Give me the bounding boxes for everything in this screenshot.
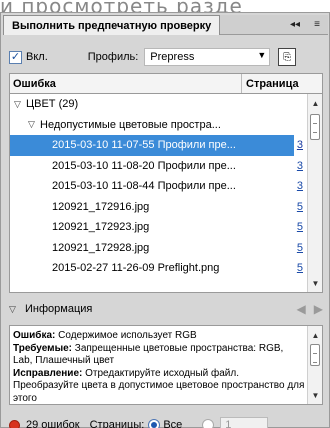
required-label: Требуемые: [13, 342, 72, 354]
table-row[interactable]: 2015-02-27 11-26-09 Preflight.png 5 [10, 258, 308, 279]
preflight-panel: Выполнить предпечатную проверку ◂◂ ≡ ✓ В… [0, 12, 330, 428]
profile-select[interactable]: Prepress ▼ [144, 48, 271, 66]
info-scrollbar[interactable]: ▲ ▼ [307, 326, 322, 404]
expand-triangle-icon[interactable]: ▽ [9, 304, 21, 315]
dropdown-arrow-icon: ▼ [257, 50, 267, 60]
row-label: 2015-02-27 11-26-09 Preflight.png [52, 262, 220, 275]
fix-label: Исправление: [13, 367, 83, 379]
row-label: 120921_172928.jpg [52, 241, 150, 254]
pages-all-radio[interactable] [148, 419, 161, 428]
scroll-up-icon[interactable]: ▲ [308, 96, 322, 110]
next-icon[interactable]: ▶ [314, 302, 323, 316]
table-header: Ошибка Страница [10, 74, 322, 94]
table-row[interactable]: 120921_172916.jpg 5 [10, 197, 308, 218]
table-row[interactable]: 2015-03-10 11-07-55 Профили пре... 3 [10, 135, 308, 156]
table-row[interactable]: ▽ ЦВЕТ (29) [10, 94, 308, 115]
enabled-checkbox[interactable]: ✓ [9, 50, 22, 64]
table-scrollbar[interactable]: ▲ ▼ [307, 94, 322, 292]
page-link[interactable]: 5 [297, 201, 303, 213]
pages-label: Страницы: [89, 419, 145, 428]
table-row[interactable]: 2015-03-10 11-08-44 Профили пре... 3 [10, 176, 308, 197]
info-scroll-down-icon[interactable]: ▼ [308, 388, 322, 402]
page-link[interactable]: 3 [297, 139, 303, 151]
profile-label: Профиль: [87, 51, 139, 63]
info-text: Ошибка: Содержимое использует RGB Требуе… [13, 330, 305, 404]
titlebar-spacer [220, 15, 284, 35]
row-label: 120921_172923.jpg [52, 221, 150, 234]
row-label: 2015-03-10 11-08-20 Профили пре... [52, 159, 236, 172]
row-label: 120921_172916.jpg [52, 200, 150, 213]
error-label: Ошибка: [13, 330, 56, 341]
row-label: Недопустимые цветовые простра... [40, 118, 221, 131]
table-row[interactable]: 120921_172928.jpg 5 [10, 238, 308, 259]
pages-range-radio[interactable] [202, 419, 215, 428]
info-scroll-thumb[interactable] [310, 344, 320, 366]
scroll-down-icon[interactable]: ▼ [308, 276, 322, 290]
profile-value: Prepress [150, 51, 195, 63]
error-text: Содержимое использует RGB [58, 330, 197, 341]
expand-triangle-icon[interactable]: ▽ [14, 99, 26, 110]
enabled-label: Вкл. [26, 51, 48, 63]
row-label: 2015-03-10 11-07-55 Профили пре... [52, 139, 236, 152]
row-label: ЦВЕТ (29) [26, 98, 79, 111]
column-header-page[interactable]: Страница [242, 78, 299, 90]
row-label: 2015-03-10 11-08-44 Профили пре... [52, 180, 236, 193]
scroll-thumb[interactable] [310, 114, 320, 140]
panel-tab[interactable]: Выполнить предпечатную проверку [3, 15, 221, 35]
expand-triangle-icon[interactable]: ▽ [28, 119, 40, 130]
panel-menu-icon[interactable]: ≡ [306, 15, 328, 35]
panel-titlebar: Выполнить предпечатную проверку ◂◂ ≡ [3, 15, 328, 35]
error-status-icon [9, 419, 20, 428]
page-link[interactable]: 5 [297, 242, 303, 254]
table-row[interactable]: 120921_172923.jpg 5 [10, 217, 308, 238]
page-link[interactable]: 5 [297, 221, 303, 233]
info-scroll-up-icon[interactable]: ▲ [308, 328, 322, 342]
error-table: Ошибка Страница ▽ ЦВЕТ (29) ▽ Недопустимые … [9, 73, 323, 293]
options-row: ✓ Вкл. Профиль: Prepress ▼ ⎘ [9, 46, 323, 68]
pages-all-label: Все [163, 419, 183, 428]
info-nav: ◀ ▶ [297, 302, 323, 316]
info-header: ▽ Информация ◀ ▶ [9, 299, 323, 319]
table-row[interactable]: ▽ Недопустимые цветовые простра... [10, 115, 308, 136]
page-link[interactable]: 3 [297, 180, 303, 192]
info-header-label: Информация [25, 303, 93, 315]
previous-icon[interactable]: ◀ [297, 302, 306, 316]
define-profiles-icon[interactable]: ⎘ [278, 48, 297, 66]
page-range-input[interactable]: 1 [220, 417, 269, 428]
page-link[interactable]: 5 [297, 262, 303, 274]
page-link[interactable]: 3 [297, 160, 303, 172]
collapse-icon[interactable]: ◂◂ [284, 15, 306, 35]
column-header-error[interactable]: Ошибка [10, 74, 242, 93]
table-rows: ▽ ЦВЕТ (29) ▽ Недопустимые цветовые простра… [10, 94, 308, 279]
error-count: 29 ошибок [26, 419, 80, 428]
info-box: Ошибка: Содержимое использует RGB Требуе… [9, 325, 323, 405]
table-row[interactable]: 2015-03-10 11-08-20 Профили пре... 3 [10, 156, 308, 177]
status-bar: 29 ошибок Страницы: Все 1 [9, 415, 325, 428]
